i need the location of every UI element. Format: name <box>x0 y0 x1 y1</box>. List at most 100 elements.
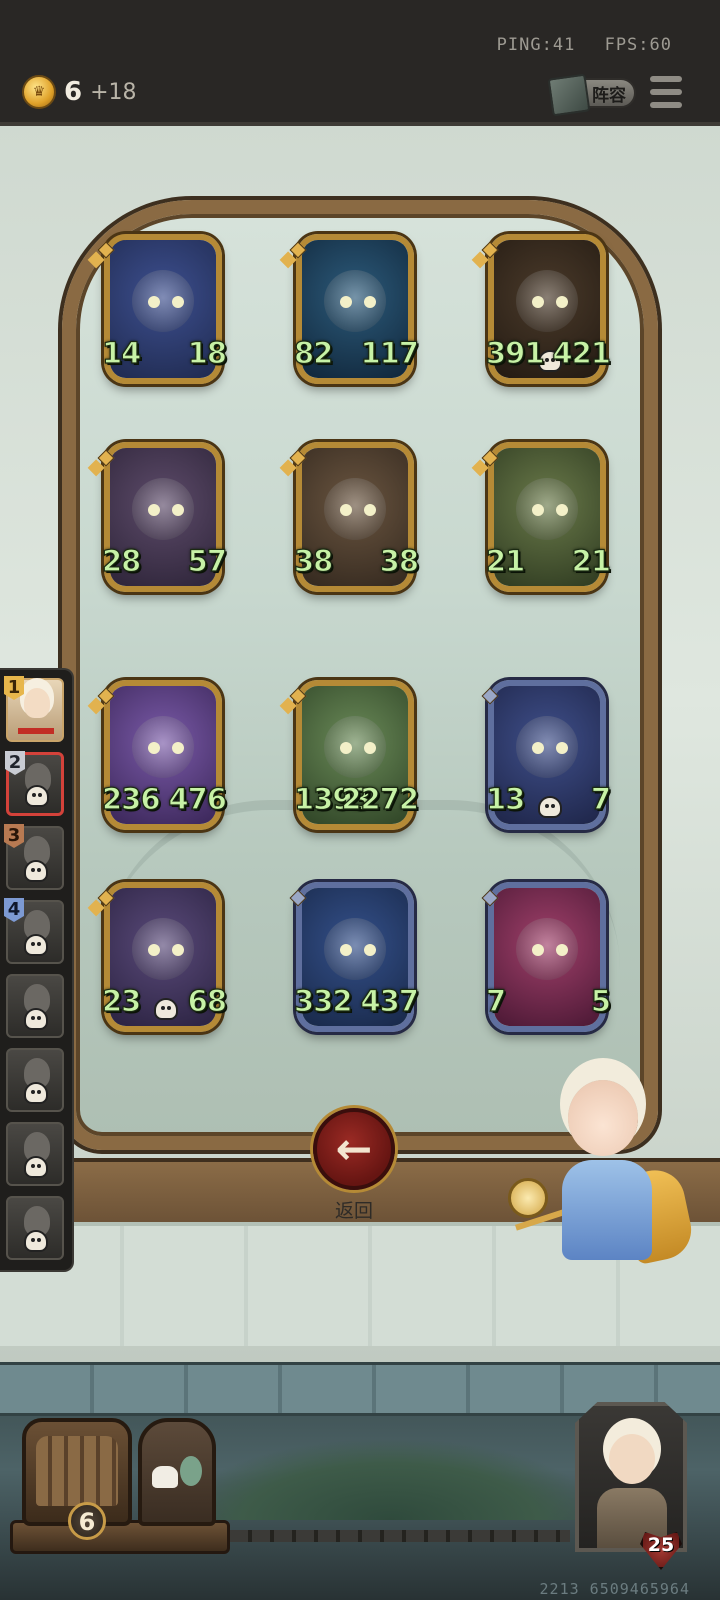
hero-eye <box>340 742 352 754</box>
skull-icon <box>154 998 178 1020</box>
hero-eye <box>556 504 568 516</box>
lineup-slot[interactable] <box>6 974 64 1038</box>
player-hp-value: 25 <box>647 1534 675 1556</box>
hero-eye <box>148 944 160 956</box>
portrait-face <box>609 1434 655 1484</box>
lineup-sidebar: 1 2 3 4 <box>0 668 74 1272</box>
attack-value: 38 <box>293 543 334 578</box>
fps-label: FPS:60 <box>604 35 672 55</box>
hero-eye <box>148 742 160 754</box>
skull-icon <box>24 1008 48 1030</box>
hero-portrait <box>516 270 578 332</box>
lineup-slot[interactable]: 2 <box>5 751 64 816</box>
attack-value: 14 <box>101 335 142 370</box>
staff-orb <box>508 1178 548 1218</box>
hero-card[interactable]: 75 <box>481 882 612 1032</box>
skull-icon <box>24 1156 48 1178</box>
player-portrait[interactable] <box>575 1402 687 1552</box>
hero-portrait <box>324 716 386 778</box>
network-stats: PING:41 FPS:60 <box>479 35 672 55</box>
hero-eye <box>364 742 376 754</box>
hero-card[interactable]: 38 38 <box>289 442 420 592</box>
hero-body <box>562 1160 652 1260</box>
skull-icon <box>538 796 562 818</box>
rank-badge: 2 <box>5 751 25 775</box>
hero-eye <box>172 504 184 516</box>
attack-value: 28 <box>101 543 142 578</box>
hero-eye <box>148 504 160 516</box>
lineup-button[interactable]: 阵容 <box>547 73 636 117</box>
attack-value: 236 <box>101 781 161 816</box>
hero-card[interactable]: 21 21 <box>481 442 612 592</box>
health-value: 38 <box>379 543 420 578</box>
hero-eye <box>340 504 352 516</box>
rank-badge: 4 <box>4 898 24 922</box>
tea-stand-button[interactable] <box>138 1418 216 1526</box>
attack-value: 332 <box>293 983 353 1018</box>
hero-portrait <box>516 918 578 980</box>
hero-portrait <box>516 716 578 778</box>
top-bar: PING:41 FPS:60 ♛ 6 +18 阵容 <box>0 0 720 126</box>
lineup-slot[interactable]: 3 <box>4 824 64 890</box>
hero-eye <box>172 944 184 956</box>
hero-eye <box>556 742 568 754</box>
hero-card[interactable]: 1393 2272 <box>289 680 420 830</box>
hero-eye <box>340 296 352 308</box>
hero-card[interactable]: 391 421 <box>481 234 612 384</box>
hero-portrait <box>132 716 194 778</box>
skull-icon <box>24 1082 48 1104</box>
player-hero-character <box>508 1060 697 1280</box>
hamburger-menu-icon[interactable] <box>650 76 682 108</box>
hero-eye <box>172 742 184 754</box>
hero-eye <box>364 296 376 308</box>
lineup-slot[interactable] <box>6 1048 64 1112</box>
hero-card[interactable]: 14 18 <box>97 234 228 384</box>
hero-portrait <box>324 918 386 980</box>
hero-card[interactable]: 332 437 <box>289 882 420 1032</box>
lineup-slot[interactable] <box>6 1196 64 1260</box>
lineup-slot[interactable] <box>6 1122 64 1186</box>
lineup-slot[interactable]: 1 <box>4 676 64 742</box>
hero-portrait <box>132 270 194 332</box>
hero-eye <box>556 944 568 956</box>
skull-icon <box>25 785 49 807</box>
skull-icon <box>24 860 48 882</box>
health-value: 68 <box>187 983 228 1018</box>
attack-value: 21 <box>485 543 526 578</box>
hero-eye <box>364 944 376 956</box>
hero-eye <box>148 296 160 308</box>
health-bar <box>18 728 54 734</box>
attack-value: 391 <box>485 335 545 370</box>
health-value: 2272 <box>341 781 420 816</box>
hero-card[interactable]: 236 476 <box>97 680 228 830</box>
hero-eye <box>532 944 544 956</box>
hero-card[interactable]: 13 7 <box>481 680 612 830</box>
back-button-label: 返回 <box>334 1200 373 1222</box>
hero-head <box>568 1080 638 1156</box>
lineup-slot[interactable]: 4 <box>4 898 64 964</box>
hero-portrait <box>516 478 578 540</box>
health-value: 5 <box>590 983 611 1018</box>
hero-card[interactable]: 23 68 <box>97 882 228 1032</box>
skull-icon <box>24 934 48 956</box>
arrow-left-icon: ← <box>335 1123 373 1175</box>
hero-card[interactable]: 28 57 <box>97 442 228 592</box>
health-value: 117 <box>360 335 420 370</box>
health-value: 57 <box>187 543 228 578</box>
hero-eye <box>340 944 352 956</box>
rank-badge: 1 <box>4 676 24 700</box>
hero-portrait <box>324 478 386 540</box>
health-value: 21 <box>571 543 612 578</box>
hero-eye <box>532 742 544 754</box>
health-value: 421 <box>552 335 612 370</box>
ping-label: PING:41 <box>496 35 576 55</box>
opponent-avatar <box>24 688 50 718</box>
hero-eye <box>532 504 544 516</box>
progress-track <box>230 1530 570 1542</box>
back-button[interactable]: ← <box>313 1108 395 1190</box>
hero-card-art <box>494 888 600 1026</box>
hero-card[interactable]: 82 117 <box>289 234 420 384</box>
gold-display: ♛ 6 +18 <box>22 75 137 109</box>
skull-icon <box>24 1230 48 1252</box>
attack-value: 13 <box>485 781 526 816</box>
